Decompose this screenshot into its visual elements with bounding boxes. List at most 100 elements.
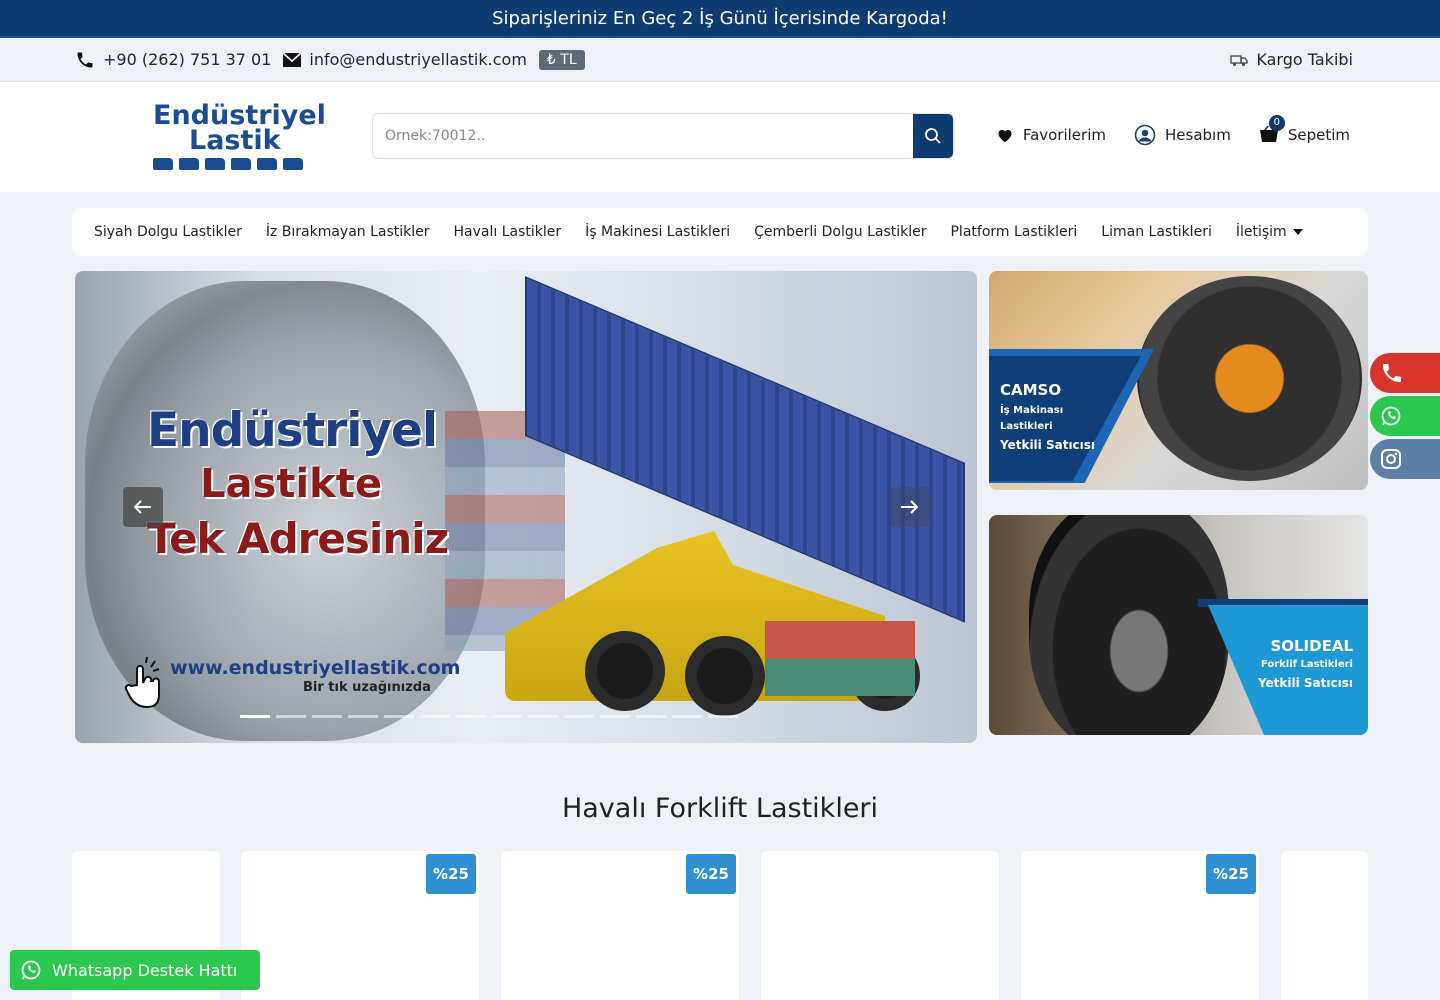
product-card[interactable]: %25 [241,851,479,1000]
solideal-banner[interactable]: SOLIDEAL Forklif Lastikleri Yetkili Satı… [989,515,1368,735]
site-header: Endüstriyel Lastik Favorilerim Hesabım 0… [0,82,1440,192]
main-navigation: Siyah Dolgu Lastikler İz Bırakmayan Last… [72,208,1368,256]
banner-stripe [989,356,1141,481]
nav-item-siyah-dolgu[interactable]: Siyah Dolgu Lastikler [94,224,242,240]
camso-banner[interactable]: CAMSO İş Makinası Lastikleri Yetkili Sat… [989,271,1368,490]
float-whatsapp-button[interactable] [1370,396,1440,436]
nav-item-liman[interactable]: Liman Lastikleri [1101,224,1212,240]
cart-link[interactable]: 0 Sepetim [1259,115,1350,146]
nav-item-iz-birakmayan[interactable]: İz Bırakmayan Lastikler [266,224,430,240]
instagram-icon [1381,449,1401,469]
email-address: info@endustriyellastik.com [309,50,527,69]
caret-down-icon [1292,228,1303,235]
slider-dot[interactable] [636,715,666,718]
hand-click-icon [124,656,160,709]
float-phone-button[interactable] [1370,353,1440,393]
slider-next-button[interactable] [889,487,929,527]
camso-sub-2: Lastikleri [1000,421,1053,432]
slider-dot[interactable] [420,715,450,718]
arrow-right-icon [901,500,918,514]
announcement-bar: Siparişleriniz En Geç 2 İş Günü İçerisin… [0,0,1440,38]
site-logo[interactable]: Endüstriyel Lastik [153,98,363,176]
account-link[interactable]: Hesabım [1134,124,1231,146]
cart-label: Sepetim [1287,126,1350,144]
phone-number: +90 (262) 751 37 01 [103,50,272,69]
nav-item-platform[interactable]: Platform Lastikleri [950,224,1077,240]
hero-headline-1: Endüstriyel [147,403,438,458]
camso-tire-image [1137,276,1362,481]
solideal-brand: SOLIDEAL [1270,637,1353,655]
float-instagram-button[interactable] [1370,439,1440,479]
cart-count-badge: 0 [1268,115,1285,131]
hero-tagline: Bir tık uzağınızda [303,680,431,695]
camso-brand: CAMSO [1000,381,1062,399]
account-label: Hesabım [1165,126,1231,144]
slider-pagination [240,715,738,718]
hero-url: www.endustriyellastik.com [170,657,461,679]
discount-badge: %25 [1206,854,1256,894]
cargo-tracking-link[interactable]: Kargo Takibi [1230,50,1353,69]
slider-dot[interactable] [276,715,306,718]
product-card[interactable] [761,851,999,1000]
email-contact[interactable]: info@endustriyellastik.com [283,50,527,69]
hero-wheel-image [585,631,665,711]
phone-contact[interactable]: +90 (262) 751 37 01 [75,50,271,70]
banner-stripe [1208,605,1368,735]
hero-wheel-image [685,636,765,716]
hero-headline-3: Tek Adresiniz [147,514,449,563]
camso-sub-1: İş Makinası [1000,405,1064,416]
slider-dot[interactable] [492,715,522,718]
solideal-sub-2: Yetkili Satıcısı [1257,676,1353,690]
whatsapp-icon [1381,406,1401,426]
user-icon [1134,124,1156,146]
product-card[interactable]: %25 [501,851,739,1000]
favorites-label: Favorilerim [1022,126,1106,144]
logo-line-2: Lastik [189,125,281,156]
hero-headline-2: Lastikte [200,461,382,507]
whatsapp-icon [21,960,41,980]
solideal-sub-1: Forklif Lastikleri [1260,659,1353,670]
slider-dot[interactable] [348,715,378,718]
nav-item-iletisim[interactable]: İletişim [1236,224,1303,240]
discount-badge: %25 [426,854,476,894]
top-bar: +90 (262) 751 37 01 info@endustriyellast… [0,38,1440,82]
header-actions: Favorilerim Hesabım 0 Sepetim [996,115,1350,146]
whatsapp-support-label: Whatsapp Destek Hattı [52,960,238,980]
hero-containers-image [765,621,915,696]
discount-badge: %25 [686,854,736,894]
slider-dot[interactable] [564,715,594,718]
slider-dot[interactable] [384,715,414,718]
whatsapp-support-button[interactable]: Whatsapp Destek Hattı [10,950,260,990]
slider-dot[interactable] [240,715,270,718]
nav-item-iletisim-label: İletişim [1235,224,1287,240]
product-card[interactable] [1281,851,1368,1000]
currency-selector[interactable]: ₺ TL [538,49,585,70]
slider-dot[interactable] [528,715,558,718]
search-icon [925,128,941,144]
hero-slider[interactable]: Endüstriyel Lastikte Tek Adresiniz www.e… [75,271,977,743]
cargo-tracking-label: Kargo Takibi [1256,50,1353,69]
mail-icon [283,52,302,67]
favorites-link[interactable]: Favorilerim [996,124,1106,146]
slider-prev-button[interactable] [123,487,163,527]
truck-icon [1230,54,1249,66]
slider-dot[interactable] [456,715,486,718]
slider-dot[interactable] [672,715,702,718]
product-card[interactable]: %25 [1021,851,1259,1000]
slider-dot[interactable] [708,715,738,718]
nav-item-cemberli-dolgu[interactable]: Çemberli Dolgu Lastikler [754,224,926,240]
slider-dot[interactable] [312,715,342,718]
heart-icon [998,129,1012,143]
nav-item-is-makinesi[interactable]: İş Makinesi Lastikleri [585,224,730,240]
search-button[interactable] [913,114,953,158]
slider-dot[interactable] [600,715,630,718]
phone-icon [77,52,93,67]
logo-vehicles-icon [153,158,303,170]
search-input[interactable] [373,114,913,158]
phone-icon [1383,364,1401,382]
section-title: Havalı Forklift Lastikleri [561,793,879,824]
nav-item-havali[interactable]: Havalı Lastikler [454,224,562,240]
arrow-left-icon [134,500,151,514]
solideal-tire-image [1029,515,1229,735]
search-bar [372,113,954,159]
